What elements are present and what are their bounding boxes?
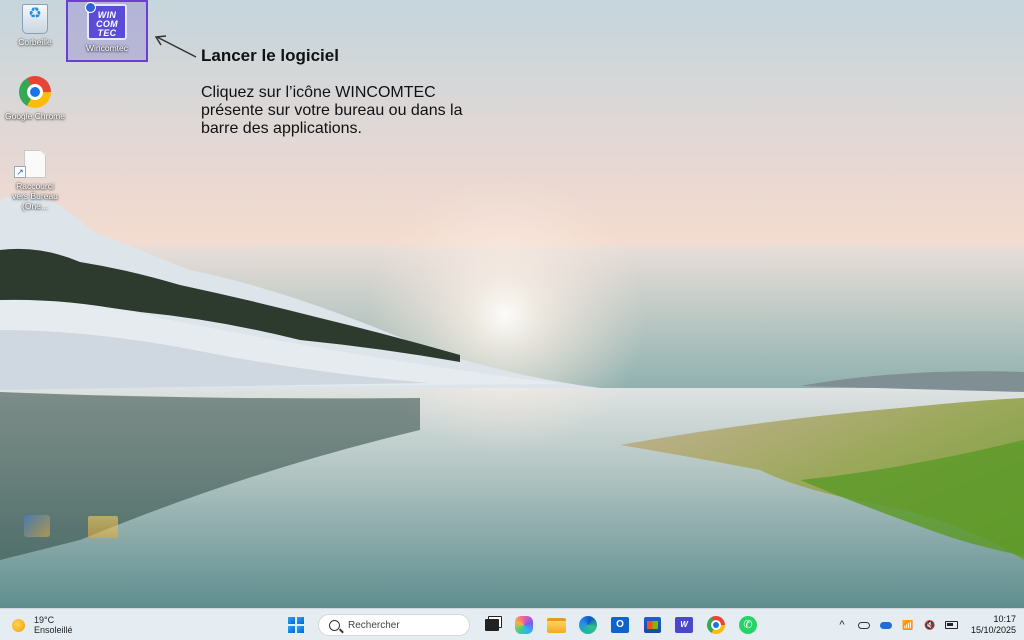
desktop-icon-wincomtec[interactable]: WIN COM TEC Wincomtec: [66, 0, 148, 62]
whatsapp-icon: ✆: [739, 616, 757, 634]
weather-temperature: 19°C: [34, 615, 55, 625]
battery-button[interactable]: [944, 617, 960, 633]
app-tile-icon: [24, 515, 50, 537]
file-shortcut-icon: [24, 150, 46, 178]
desktop-icon-recycle-bin[interactable]: Corbeille: [0, 4, 70, 47]
sun-icon: [12, 618, 25, 632]
wincomtec-icon: WIN COM TEC: [85, 2, 127, 40]
desktop-icon-chrome[interactable]: Google Chrome: [0, 76, 70, 121]
cloud-icon: [857, 621, 870, 629]
battery-icon: [945, 621, 959, 629]
onedrive-button[interactable]: [878, 617, 894, 633]
chrome-taskbar-button[interactable]: [705, 614, 727, 636]
task-view-button[interactable]: [481, 614, 503, 636]
chrome-icon: [19, 76, 51, 108]
network-button[interactable]: 📶: [900, 617, 916, 633]
desktop-icon-onedrive-shortcut[interactable]: Raccourci vers Bureau (One...: [0, 150, 70, 211]
file-explorer-button[interactable]: [545, 614, 567, 636]
store-button[interactable]: [641, 614, 663, 636]
outlook-icon: O: [611, 617, 629, 633]
desktop-icon-faded-app[interactable]: [2, 515, 72, 540]
volume-button[interactable]: 🔇: [922, 617, 938, 633]
desktop-wallpaper: [0, 0, 1024, 608]
wincomtec-logo-line-3: TEC: [97, 28, 117, 38]
system-tray: ^ 📶 🔇 10:17 15/10/2025: [831, 612, 1016, 638]
clock-date: 15/10/2025: [970, 625, 1016, 635]
outlook-button[interactable]: O: [609, 614, 631, 636]
wifi-icon: 📶: [902, 620, 914, 630]
task-view-icon: [485, 619, 499, 631]
desktop-icon-label: Raccourci vers Bureau (One...: [12, 181, 58, 211]
wincomtec-taskbar-icon: W: [675, 617, 693, 633]
chevron-up-icon: ^: [839, 619, 845, 631]
notification-badge: [85, 2, 96, 13]
copilot-icon: [515, 616, 533, 634]
search-icon: [329, 619, 340, 631]
store-icon: [643, 617, 661, 633]
weather-condition: Ensoleillé: [34, 625, 73, 635]
start-button[interactable]: [285, 614, 307, 636]
taskbar: 19°C Ensoleillé Rechercher O W ✆ ^ 📶 🔇 1…: [0, 608, 1024, 640]
start-icon: [288, 617, 304, 633]
desktop-icon-label: Corbeille: [18, 37, 52, 47]
search-placeholder: Rechercher: [348, 619, 400, 631]
weather-widget[interactable]: 19°C Ensoleillé: [12, 613, 73, 637]
clock-time: 10:17: [993, 614, 1016, 624]
file-explorer-icon: [546, 617, 566, 633]
instruction-callout: Lancer le logiciel Cliquez sur l’icône W…: [201, 46, 501, 138]
edge-icon: [579, 616, 597, 634]
shortcut-arrow-icon: ↗: [14, 166, 26, 178]
whatsapp-button[interactable]: ✆: [737, 614, 759, 636]
taskbar-clock[interactable]: 10:17 15/10/2025: [971, 614, 1016, 636]
recycle-bin-icon: [22, 4, 48, 34]
instruction-title: Lancer le logiciel: [201, 46, 339, 65]
wincomtec-taskbar-button[interactable]: W: [673, 614, 695, 636]
pointer-arrow-icon: [154, 35, 197, 58]
cloud-status-button[interactable]: [856, 617, 872, 633]
taskbar-center: Rechercher O W ✆: [280, 612, 764, 638]
desktop-icon-label: Wincomtec: [85, 43, 129, 53]
speaker-muted-icon: 🔇: [924, 620, 936, 630]
edge-button[interactable]: [577, 614, 599, 636]
onedrive-icon: [879, 621, 892, 629]
instruction-body: Cliquez sur l’icône WINCOMTEC présente s…: [201, 84, 463, 137]
taskbar-search[interactable]: Rechercher: [318, 614, 470, 636]
chrome-icon: [707, 616, 725, 634]
copilot-button[interactable]: [513, 614, 535, 636]
desktop-icon-label: Google Chrome: [4, 111, 65, 121]
folder-icon: [88, 516, 118, 538]
desktop-icon-faded-folder[interactable]: [68, 516, 138, 541]
show-hidden-icons-button[interactable]: ^: [834, 617, 850, 633]
